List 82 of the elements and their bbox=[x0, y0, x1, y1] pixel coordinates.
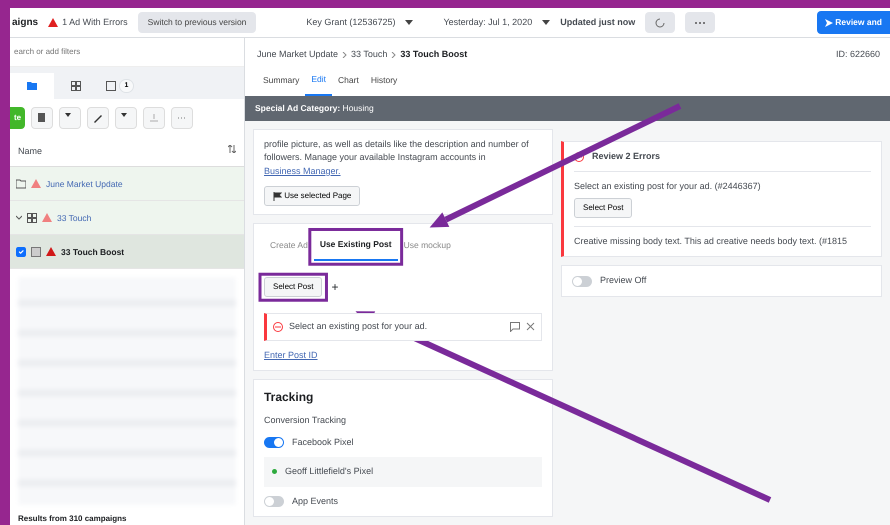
add-button[interactable]: + bbox=[330, 277, 340, 298]
special-category-banner: Special Ad Category: Housing bbox=[245, 96, 890, 121]
edit-icon bbox=[93, 112, 104, 123]
export-button[interactable] bbox=[143, 106, 166, 129]
adset-icon bbox=[27, 212, 37, 223]
tab[interactable]: Create Ad bbox=[264, 232, 314, 262]
ad-icon bbox=[106, 80, 116, 91]
breadcrumb-item[interactable]: 33 Touch bbox=[351, 48, 388, 62]
chevron-down-icon bbox=[16, 214, 22, 221]
page-selector-button[interactable]: Use selected Page bbox=[264, 186, 360, 206]
caret-button[interactable] bbox=[59, 106, 82, 129]
column-header: Name bbox=[18, 144, 42, 158]
close-icon bbox=[526, 322, 535, 332]
business-manager-link[interactable]: Business Manager. bbox=[264, 166, 341, 176]
chevron-right-icon bbox=[391, 52, 396, 58]
error-text: Creative missing body text. This ad creative needs body text. (#1815 bbox=[574, 226, 871, 248]
select-post-button[interactable]: Select Post bbox=[574, 198, 632, 218]
error-count: 1 Ad With Errors bbox=[62, 16, 128, 29]
error-text: Select an existing post for your ad. bbox=[289, 320, 428, 334]
tree-row[interactable]: 33 Touch bbox=[10, 201, 244, 236]
breadcrumb-item: 33 Touch Boost bbox=[400, 48, 468, 61]
field-label: Conversion Tracking bbox=[264, 414, 348, 428]
edit-button[interactable] bbox=[87, 106, 110, 129]
tree-row[interactable]: June Market Update bbox=[10, 167, 244, 202]
tree-label: 33 Touch bbox=[57, 212, 92, 224]
warning-icon bbox=[46, 247, 56, 256]
ad-id: ID: 622660 bbox=[836, 48, 880, 61]
toggle-label: Preview Off bbox=[600, 274, 646, 288]
refresh-button[interactable] bbox=[645, 12, 676, 33]
toggle-switch[interactable] bbox=[264, 436, 284, 448]
tab[interactable]: Use mockup bbox=[398, 232, 457, 262]
select-post-button[interactable]: Select Post bbox=[264, 277, 322, 298]
toggle-label: Facebook Pixel bbox=[292, 436, 354, 449]
pixel-name: Geoff Littlefield's Pixel bbox=[285, 465, 374, 478]
section-title: Tracking bbox=[264, 389, 314, 406]
copy-icon bbox=[37, 112, 48, 123]
tab[interactable]: Chart bbox=[332, 69, 365, 96]
annotation-frame bbox=[258, 272, 328, 302]
ad-icon bbox=[31, 246, 41, 257]
enter-post-id-link[interactable]: Enter Post ID bbox=[264, 348, 318, 362]
switch-version-button[interactable]: Switch to previous version bbox=[138, 12, 256, 33]
chevron-right-icon bbox=[342, 52, 348, 58]
copy-button[interactable] bbox=[31, 106, 54, 129]
tab[interactable]: Use Existing Post bbox=[314, 232, 398, 262]
error-icon bbox=[574, 152, 584, 162]
warning-icon bbox=[31, 179, 41, 188]
tab[interactable]: Summary bbox=[257, 69, 306, 96]
breadcrumb-item[interactable]: June Market Update bbox=[257, 48, 338, 62]
page-title: aigns bbox=[12, 16, 38, 30]
caret-icon bbox=[542, 20, 550, 25]
toggle-label: App Events bbox=[292, 494, 338, 508]
identity-description: profile picture, as well as details like the description and number of followers. Manage your available Instagram accounts in Business Manager. bbox=[264, 138, 530, 178]
feedback-icon bbox=[510, 322, 520, 332]
caret-icon bbox=[405, 20, 414, 25]
grid-icon bbox=[71, 80, 81, 91]
update-status: Updated just now bbox=[560, 16, 636, 29]
error-icon bbox=[273, 322, 283, 332]
tree-label: June Market Update bbox=[46, 178, 123, 190]
view-tab[interactable] bbox=[10, 72, 54, 99]
export-icon bbox=[149, 112, 160, 123]
review-title: Review 2 Errors bbox=[592, 150, 660, 163]
sort-icon bbox=[228, 144, 236, 153]
refresh-icon bbox=[655, 18, 666, 28]
error-text: Select an existing post for your ad. (#2446367) bbox=[574, 180, 762, 194]
date-selector[interactable]: Yesterday: Jul 1, 2020 bbox=[443, 16, 532, 30]
account-selector[interactable]: Key Grant (12536725) bbox=[306, 16, 396, 30]
warning-icon bbox=[42, 213, 52, 222]
flag-icon bbox=[273, 192, 282, 201]
toggle-switch[interactable] bbox=[264, 496, 284, 507]
campaign-icon bbox=[16, 178, 26, 189]
warning-icon bbox=[48, 18, 58, 27]
toggle-switch[interactable] bbox=[572, 276, 592, 287]
send-icon bbox=[824, 18, 833, 27]
caret-button[interactable] bbox=[115, 106, 138, 129]
tab[interactable]: History bbox=[364, 69, 404, 96]
row-checkbox[interactable] bbox=[16, 246, 26, 257]
results-summary: Results from 310 campaigns bbox=[17, 513, 128, 525]
review-publish-button[interactable]: Review and bbox=[816, 11, 890, 34]
tree-label: 33 Touch Boost bbox=[61, 246, 124, 258]
folder-icon bbox=[27, 80, 37, 91]
tree-row[interactable]: 33 Touch Boost bbox=[10, 235, 244, 270]
more-icon bbox=[695, 22, 706, 24]
